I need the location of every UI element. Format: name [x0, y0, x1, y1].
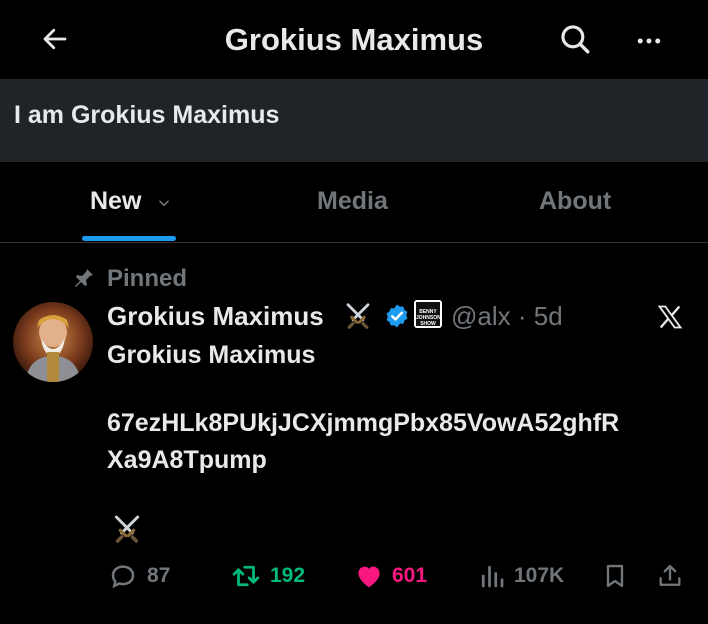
- view-count: 107K: [514, 564, 565, 587]
- tab-label: Media: [317, 187, 388, 215]
- share-icon: [659, 564, 681, 586]
- post-text-line: Xa9A8Tpump: [107, 446, 267, 474]
- author-handle[interactable]: @alx: [451, 301, 511, 331]
- tab-about[interactable]: About: [476, 162, 708, 242]
- like-count: 601: [392, 564, 428, 587]
- avatar[interactable]: [13, 302, 93, 382]
- reply-icon: [111, 565, 135, 589]
- bookmark-icon: [606, 564, 624, 588]
- pin-icon: [75, 269, 93, 287]
- active-tab-indicator: [82, 236, 176, 241]
- more-horizontal-icon[interactable]: [632, 26, 666, 56]
- top-bar: Grokius Maximus: [0, 0, 708, 78]
- affiliate-badge-text: BENNY JOHNSON SHOW: [416, 302, 441, 327]
- repost-count: 192: [270, 564, 306, 587]
- post-age[interactable]: 5d: [534, 301, 563, 331]
- avatar-image: [13, 302, 93, 382]
- author-name[interactable]: Grokius Maximus: [107, 301, 324, 332]
- post-text-line: Grokius Maximus: [107, 341, 316, 369]
- profile-bio: I am Grokius Maximus: [0, 79, 708, 162]
- meta-separator: ·: [517, 301, 527, 331]
- profile-tabs: New Media About: [0, 162, 708, 243]
- crossed-swords-icon: [114, 515, 140, 543]
- repost-icon: [232, 565, 260, 587]
- heart-icon: [358, 566, 380, 588]
- tab-new[interactable]: New: [0, 162, 236, 242]
- crossed-swords-icon: [346, 303, 370, 329]
- page-title: Grokius Maximus: [224, 22, 484, 57]
- analytics-icon: [481, 565, 504, 588]
- x-logo-icon: [657, 305, 683, 329]
- tab-label: New: [90, 187, 142, 215]
- chevron-down-icon: [159, 200, 169, 207]
- post-text-line: 67ezHLk8PUkjJCXjmmgPbx85VowA52ghfR: [107, 409, 620, 437]
- post-actions: 87 192 601 107K: [0, 558, 708, 594]
- reply-count: 87: [147, 564, 171, 587]
- post-meta: @alx · 5d: [451, 301, 563, 332]
- affiliate-badge[interactable]: BENNY JOHNSON SHOW: [414, 300, 442, 328]
- bio-text: I am Grokius Maximus: [14, 101, 280, 129]
- search-icon[interactable]: [558, 22, 592, 56]
- pinned-label: Pinned: [107, 265, 188, 292]
- verified-badge-icon[interactable]: [384, 303, 410, 329]
- tab-media[interactable]: Media: [236, 162, 476, 242]
- tab-label: About: [539, 187, 612, 215]
